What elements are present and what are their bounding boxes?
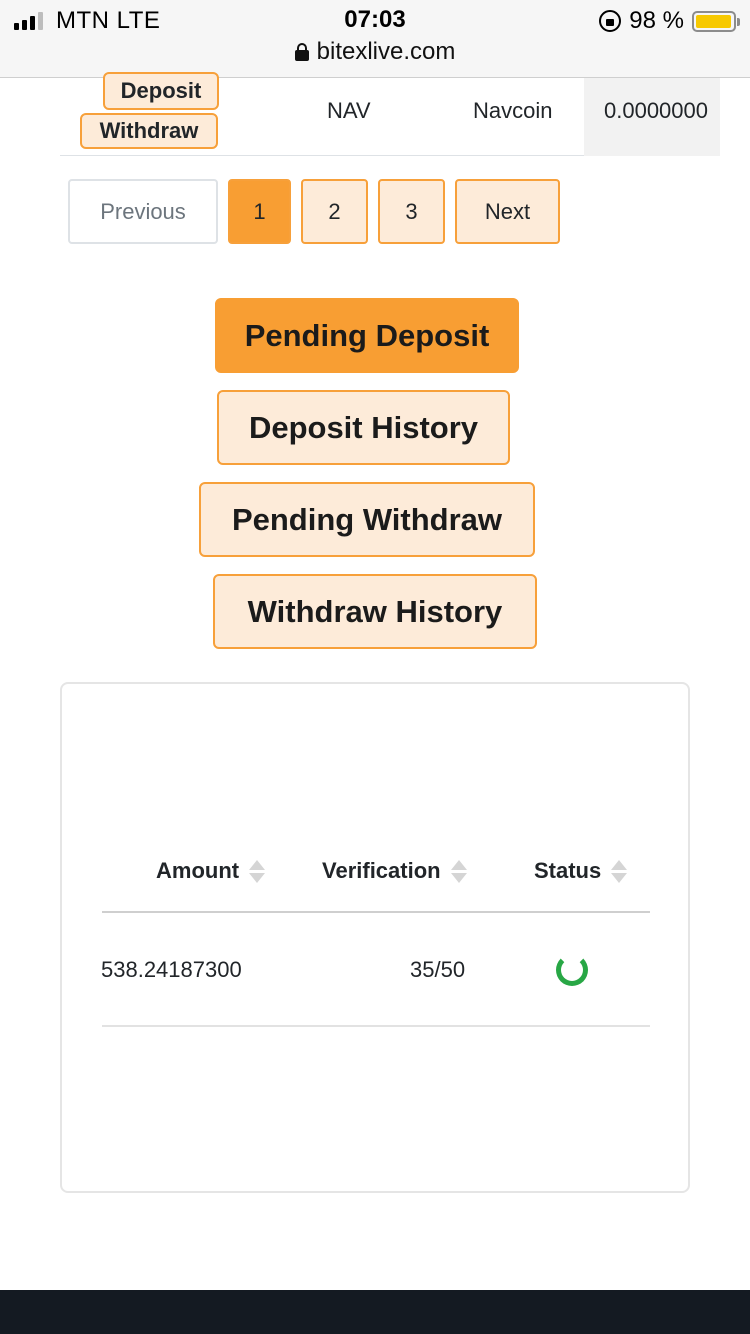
sort-icon[interactable] (611, 859, 628, 883)
sort-icon[interactable] (450, 859, 467, 883)
pagination: Previous 1 2 3 Next (68, 179, 560, 244)
sort-icon[interactable] (249, 859, 266, 883)
withdraw-button[interactable]: Withdraw (80, 113, 218, 149)
battery-icon (692, 10, 740, 32)
footer-bar (0, 1290, 750, 1334)
amount-cell: 538.24187300 (101, 957, 242, 982)
previous-page-button[interactable]: Previous (68, 179, 218, 244)
verification-column-header[interactable]: Verification (322, 858, 467, 884)
amount-header-label: Amount (156, 858, 240, 883)
url-bar[interactable]: bitexlive.com (0, 38, 750, 66)
battery-status: 98 % (599, 7, 740, 35)
deposit-button[interactable]: Deposit (103, 72, 219, 110)
pending-withdraw-button[interactable]: Pending Withdraw (199, 482, 535, 557)
padlock-icon (294, 43, 309, 61)
next-page-button[interactable]: Next (455, 179, 560, 244)
status-column-header[interactable]: Status (534, 858, 628, 884)
coin-name: Navcoin (473, 98, 553, 123)
url-text[interactable]: bitexlive.com (317, 38, 456, 66)
pending-deposits-card: Amount Verification Status 538.24187300 … (60, 682, 690, 1193)
verification-cell: 35/50 (410, 957, 466, 982)
battery-percent: 98 % (629, 7, 684, 34)
page-1-button[interactable]: 1 (228, 179, 291, 244)
status-header-label: Status (534, 858, 602, 883)
amount-column-header[interactable]: Amount (156, 858, 266, 884)
header-divider (102, 911, 650, 913)
pending-spinner-icon (556, 954, 588, 986)
status-bar: MTN LTE 07:03 98 % bitexlive.com (0, 0, 750, 78)
page-3-button[interactable]: 3 (378, 179, 445, 244)
deposit-history-button[interactable]: Deposit History (217, 390, 510, 465)
coin-balance: 0.0000000 (604, 98, 708, 123)
coin-symbol: NAV (327, 98, 371, 123)
withdraw-history-button[interactable]: Withdraw History (213, 574, 537, 649)
page-2-button[interactable]: 2 (301, 179, 368, 244)
verification-header-label: Verification (322, 858, 441, 883)
wallet-row: Deposit Withdraw NAV Navcoin 0.0000000 (60, 72, 720, 156)
pending-deposit-button[interactable]: Pending Deposit (215, 298, 519, 373)
orientation-lock-icon (599, 10, 622, 32)
row-divider (102, 1025, 650, 1027)
